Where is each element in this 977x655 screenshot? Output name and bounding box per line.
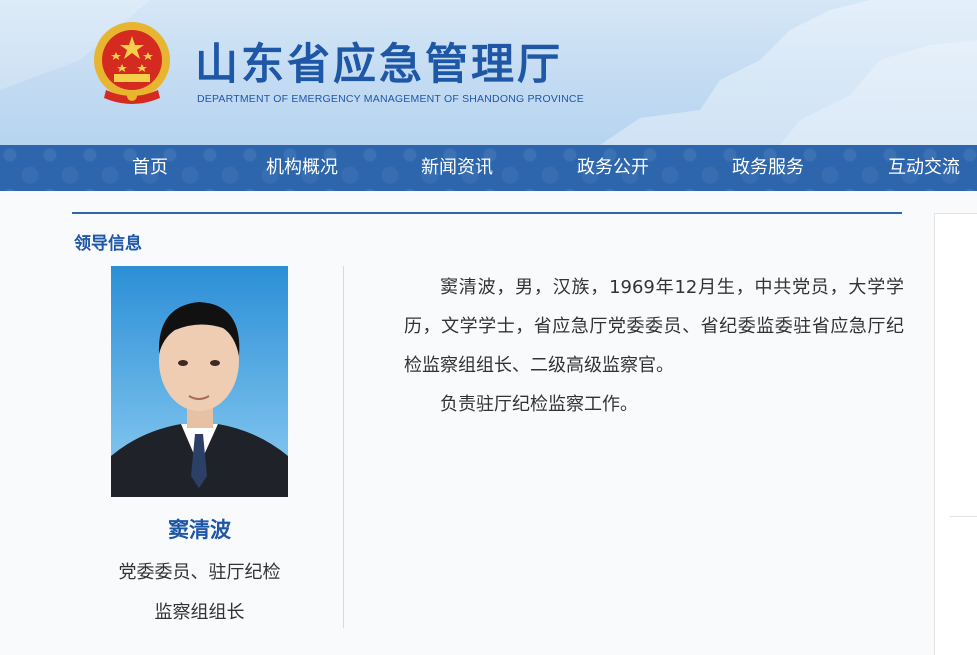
nav-item-government-affairs[interactable]: 政务公开	[577, 145, 649, 191]
leader-biography: 窦清波，男，汉族，1969年12月生，中共党员，大学学历，文学学士，省应急厅党委…	[404, 268, 904, 424]
site-title: 山东省应急管理厅	[195, 40, 563, 90]
leader-position-line-1: 党委委员、驻厅纪检	[118, 562, 281, 583]
leader-photo	[111, 266, 288, 497]
national-emblem-icon	[94, 22, 170, 104]
leader-position: 党委委员、驻厅纪检 监察组组长	[96, 553, 303, 633]
nav-item-interaction[interactable]: 互动交流	[888, 145, 960, 191]
right-sidebar-panel	[934, 213, 977, 655]
nav-item-government-services[interactable]: 政务服务	[732, 145, 804, 191]
right-sidebar-divider	[950, 516, 977, 517]
vertical-divider	[343, 266, 344, 628]
main-nav: 首页 机构概况 新闻资讯 政务公开 政务服务 互动交流	[0, 145, 977, 191]
leader-position-line-2: 监察组组长	[154, 602, 245, 623]
site-header-banner: 山东省应急管理厅 DEPARTMENT OF EMERGENCY MANAGEM…	[0, 0, 977, 145]
bio-paragraph: 窦清波，男，汉族，1969年12月生，中共党员，大学学历，文学学士，省应急厅党委…	[404, 277, 904, 376]
nav-item-news[interactable]: 新闻资讯	[421, 145, 493, 191]
nav-item-organization[interactable]: 机构概况	[266, 145, 338, 191]
nav-item-home[interactable]: 首页	[132, 145, 168, 191]
leader-name: 窦清波	[168, 518, 231, 542]
site-subtitle: DEPARTMENT OF EMERGENCY MANAGEMENT OF SH…	[197, 93, 584, 105]
section-top-divider	[72, 212, 902, 214]
bio-paragraph: 负责驻厅纪检监察工作。	[440, 394, 638, 415]
section-title: 领导信息	[74, 234, 142, 254]
